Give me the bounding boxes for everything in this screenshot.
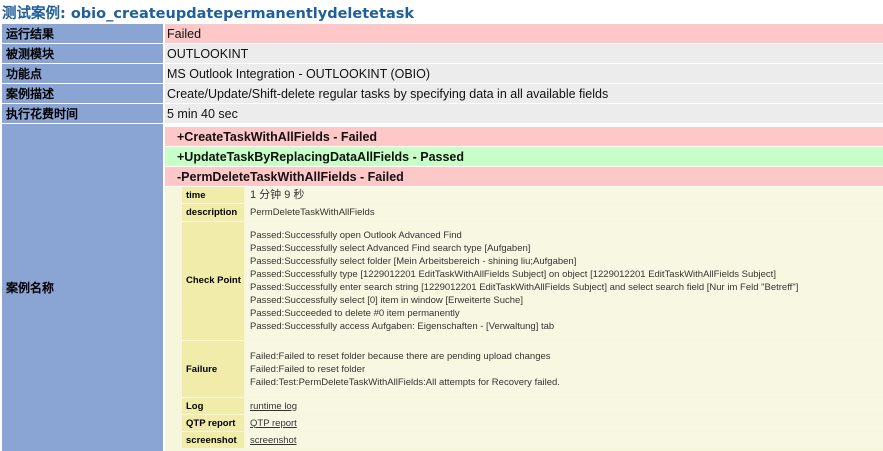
- qtp-label: QTP report: [182, 415, 244, 431]
- duration-value: 5 min 40 sec: [165, 104, 883, 123]
- description-value: Create/Update/Shift-delete regular tasks…: [165, 84, 883, 103]
- module-label: 被测模块: [2, 44, 163, 63]
- detail-description-value: PermDeleteTaskWithAllFields: [246, 204, 883, 221]
- checkpoint-item: Passed:Successfully select Advanced Find…: [250, 243, 531, 254]
- checkpoint-item: Passed:Successfully enter search string …: [250, 282, 799, 293]
- subtest-permdelete[interactable]: -PermDeleteTaskWithAllFields - Failed: [165, 167, 883, 186]
- result-value: Failed: [165, 24, 883, 43]
- time-label: time: [182, 187, 244, 203]
- checkpoint-list: Passed:Successfully open Outlook Advance…: [246, 222, 883, 340]
- checkpoint-item: Passed:Successfully select folder [Mein …: [250, 256, 577, 267]
- checkpoint-item: Passed:Successfully access Aufgaben: Eig…: [250, 321, 555, 332]
- checkpoint-item: Passed:Succeeded to delete #0 item perma…: [250, 308, 460, 319]
- screenshot-label: screenshot: [182, 432, 244, 448]
- detail-description-label: description: [182, 204, 244, 221]
- checkpoint-label: Check Point: [182, 222, 244, 340]
- feature-label: 功能点: [2, 64, 163, 83]
- log-cell: runtime log: [246, 398, 883, 414]
- screenshot-link[interactable]: screenshot: [250, 434, 883, 447]
- failure-item: Failed:Test:PermDeleteTaskWithAllFields:…: [250, 376, 560, 388]
- screenshot-cell: screenshot: [246, 432, 883, 448]
- qtp-report-link[interactable]: QTP report: [250, 417, 883, 430]
- checkpoint-item: Passed:Successfully open Outlook Advance…: [250, 230, 462, 241]
- result-label: 运行结果: [2, 24, 163, 43]
- log-label: Log: [182, 398, 244, 414]
- subtest-create[interactable]: +CreateTaskWithAllFields - Failed: [165, 127, 883, 146]
- failure-item: Failed:Failed to reset folder because th…: [250, 350, 551, 362]
- case-name-label: 案例名称: [2, 124, 163, 451]
- qtp-cell: QTP report: [246, 415, 883, 431]
- checkpoint-item: Passed:Successfully select [0] item in w…: [250, 295, 523, 306]
- duration-label: 执行花费时间: [2, 104, 163, 123]
- page-title: 测试案例: obio_createupdatepermanentlydelete…: [2, 6, 414, 22]
- subtest-update[interactable]: +UpdateTaskByReplacingDataAllFields - Pa…: [165, 147, 883, 166]
- feature-value: MS Outlook Integration - OUTLOOKINT (OBI…: [165, 64, 883, 83]
- description-label: 案例描述: [2, 84, 163, 103]
- checkpoint-item: Passed:Successfully type [1229012201 Edi…: [250, 269, 776, 280]
- module-value: OUTLOOKINT: [165, 44, 883, 63]
- failure-list: Failed:Failed to reset folder because th…: [246, 341, 883, 397]
- failure-label: Failure: [182, 341, 244, 397]
- time-value: 1 分钟 9 秒: [246, 187, 883, 203]
- runtime-log-link[interactable]: runtime log: [250, 400, 883, 413]
- failure-item: Failed:Failed to reset folder: [250, 363, 366, 375]
